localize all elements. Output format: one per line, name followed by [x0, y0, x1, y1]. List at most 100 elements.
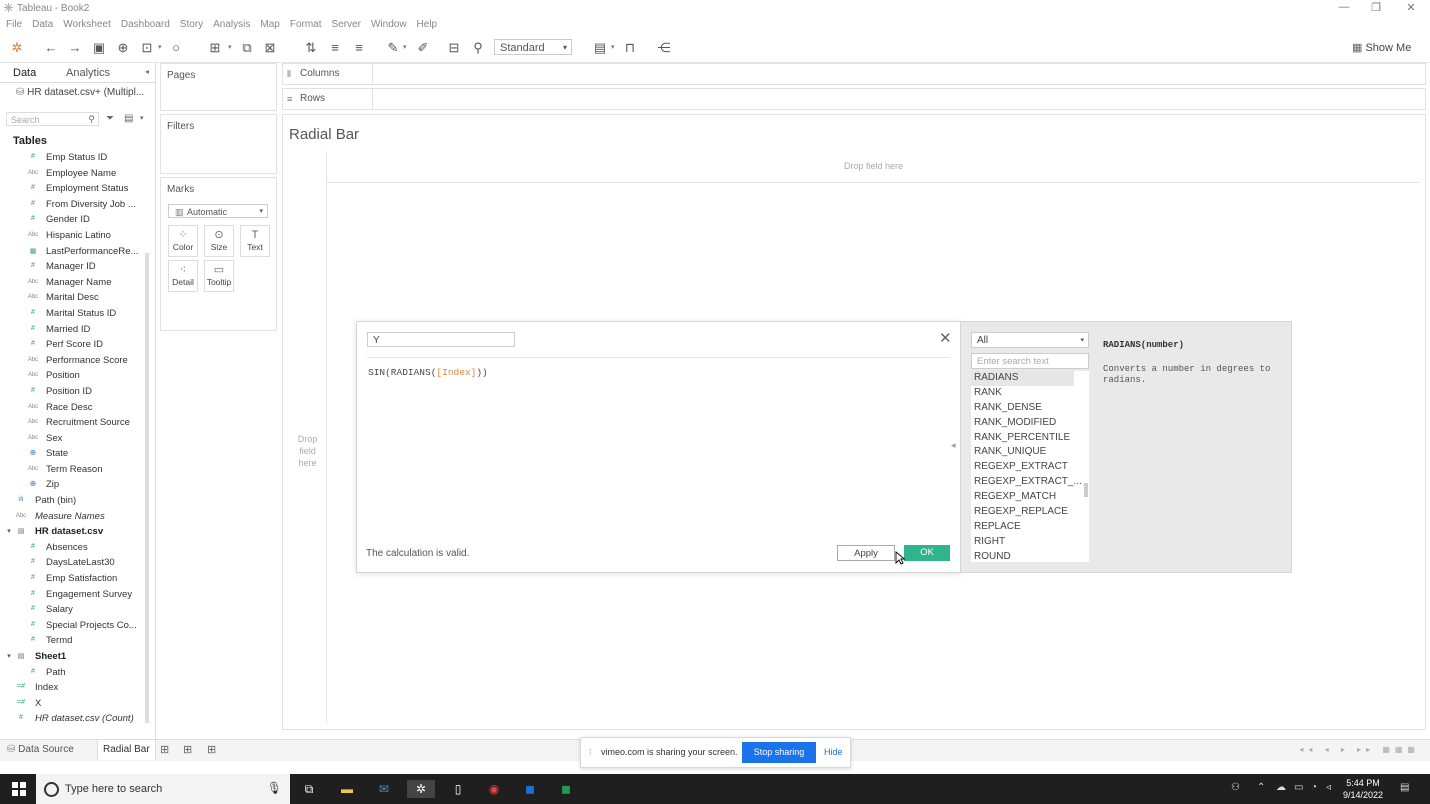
scrollbar-thumb[interactable]: [1084, 483, 1088, 497]
tab-data-source[interactable]: ⛁ Data Source: [7, 744, 74, 755]
field-item[interactable]: Abc Hispanic Latino: [0, 228, 145, 244]
filter-icon[interactable]: ⏷: [106, 113, 114, 124]
duplicate-sheet-icon[interactable]: ⧉: [239, 40, 255, 56]
field-item[interactable]: Abc Performance Score: [0, 353, 145, 369]
menu-help[interactable]: Help: [417, 17, 438, 30]
function-search-input[interactable]: Enter search text: [971, 353, 1089, 369]
drag-handle-icon[interactable]: ⁞: [589, 747, 592, 757]
function-item[interactable]: RANK: [971, 386, 1089, 401]
field-item[interactable]: Abc Marital Desc: [0, 290, 145, 306]
stop-sharing-button[interactable]: Stop sharing: [742, 742, 816, 763]
datasource-item[interactable]: ⛁ HR dataset.csv+ (Multipl...: [16, 87, 144, 98]
tab-analytics[interactable]: Analytics: [66, 67, 110, 79]
field-item[interactable]: # HR dataset.csv (Count): [0, 711, 145, 727]
column-drop-zone[interactable]: Drop field here: [326, 151, 1420, 183]
menu-story[interactable]: Story: [180, 17, 203, 30]
field-item[interactable]: ⊕ State: [0, 446, 145, 462]
field-item[interactable]: # Marital Status ID: [0, 306, 145, 322]
function-list-scrollbar[interactable]: [1084, 373, 1088, 559]
chevron-up-icon[interactable]: ⌃: [1257, 782, 1265, 793]
menu-file[interactable]: File: [6, 17, 22, 30]
field-item[interactable]: Abc Employee Name: [0, 166, 145, 182]
columns-shelf[interactable]: ⦀ Columns: [282, 63, 1426, 85]
pages-card[interactable]: Pages: [160, 63, 277, 111]
function-item[interactable]: RANK_UNIQUE: [971, 445, 1089, 460]
menu-data[interactable]: Data: [32, 17, 53, 30]
sheet-title[interactable]: Radial Bar: [289, 126, 359, 143]
people-icon[interactable]: ⚇: [1231, 782, 1240, 793]
undo-icon[interactable]: ←: [43, 40, 59, 56]
chevron-down-icon[interactable]: ▾: [140, 114, 144, 122]
function-item[interactable]: REGEXP_MATCH: [971, 490, 1089, 505]
menu-format[interactable]: Format: [290, 17, 322, 30]
table-group-header[interactable]: ▾ ▤ Sheet1: [0, 649, 145, 665]
field-item[interactable]: # Position ID: [0, 384, 145, 400]
ok-button[interactable]: OK: [904, 545, 950, 561]
hide-link[interactable]: Hide: [824, 747, 843, 757]
labels-icon[interactable]: ⊟: [446, 40, 462, 56]
pause-updates-icon[interactable]: ⊡: [139, 40, 155, 56]
field-item[interactable]: Abc Term Reason: [0, 462, 145, 478]
field-item[interactable]: # Termd: [0, 633, 145, 649]
mail-icon[interactable]: ✉: [375, 780, 393, 798]
function-item[interactable]: REPLACE: [971, 520, 1089, 535]
new-worksheet-icon[interactable]: ⊞: [207, 40, 223, 56]
field-item[interactable]: # Absences: [0, 540, 145, 556]
field-item[interactable]: # Engagement Survey: [0, 587, 145, 603]
chrome-icon[interactable]: ◉: [485, 780, 503, 798]
dropdown-caret-icon[interactable]: ▾: [158, 40, 162, 56]
taskbar-search-input[interactable]: Type here to search 🎙: [36, 774, 290, 804]
notepad-icon[interactable]: ▯: [449, 780, 467, 798]
new-datasource-icon[interactable]: ⊕: [115, 40, 131, 56]
field-item[interactable]: # Special Projects Co...: [0, 618, 145, 634]
size-button[interactable]: ⊙ Size: [204, 225, 234, 257]
menu-dashboard[interactable]: Dashboard: [121, 17, 170, 30]
new-story-icon[interactable]: ⊞: [207, 743, 216, 756]
formula-editor[interactable]: SIN(RADIANS([Index])): [368, 367, 488, 378]
field-item[interactable]: # Married ID: [0, 322, 145, 338]
fix-axes-icon[interactable]: ⚲: [470, 40, 486, 56]
field-item[interactable]: Abc Sex: [0, 431, 145, 447]
row-drop-zone[interactable]: Drop field here: [289, 183, 327, 723]
table-group-header[interactable]: ▾ ▤ HR dataset.csv: [0, 524, 145, 540]
field-item[interactable]: ⊕ Zip: [0, 477, 145, 493]
task-view-icon[interactable]: ⧉: [300, 780, 318, 798]
filters-card[interactable]: Filters: [160, 114, 277, 174]
redo-icon[interactable]: →: [67, 40, 83, 56]
tooltip-button[interactable]: ▭ Tooltip: [204, 260, 234, 292]
field-item[interactable]: # Manager ID: [0, 259, 145, 275]
function-item[interactable]: ROUND: [971, 550, 1089, 562]
save-icon[interactable]: ▣: [91, 40, 107, 56]
function-item[interactable]: REGEXP_EXTRACT_...: [971, 475, 1089, 490]
view-options-icon[interactable]: ▤: [124, 113, 133, 124]
menu-window[interactable]: Window: [371, 17, 407, 30]
field-item[interactable]: # From Diversity Job ...: [0, 197, 145, 213]
field-item[interactable]: # Salary: [0, 602, 145, 618]
dropdown-caret-icon[interactable]: ▾: [611, 40, 615, 56]
function-item[interactable]: REGEXP_EXTRACT: [971, 460, 1089, 475]
volume-icon[interactable]: ◃: [1326, 782, 1331, 793]
tab-radial-bar[interactable]: Radial Bar: [97, 740, 156, 760]
field-item[interactable]: # Path: [0, 665, 145, 681]
field-item[interactable]: # DaysLateLast30: [0, 555, 145, 571]
field-item[interactable]: # Emp Satisfaction: [0, 571, 145, 587]
group-icon[interactable]: ✐: [415, 40, 431, 56]
swap-icon[interactable]: ⇅: [303, 40, 319, 56]
field-item[interactable]: # Perf Score ID: [0, 337, 145, 353]
detail-button[interactable]: ⁖ Detail: [168, 260, 198, 292]
calculation-name-input[interactable]: Y: [367, 332, 515, 347]
highlight-icon[interactable]: ✎: [385, 40, 401, 56]
share-icon[interactable]: ⋲: [656, 40, 672, 56]
restore-button[interactable]: ❐: [1366, 1, 1386, 14]
network-icon[interactable]: ◔: [1311, 782, 1317, 793]
close-window-button[interactable]: ✕: [1401, 1, 1421, 14]
function-item[interactable]: RANK_MODIFIED: [971, 416, 1089, 431]
presentation-mode-icon[interactable]: ⊓: [622, 40, 638, 56]
minimize-button[interactable]: —: [1334, 1, 1354, 13]
menu-worksheet[interactable]: Worksheet: [63, 17, 111, 30]
new-dashboard-icon[interactable]: ⊞: [183, 743, 192, 756]
color-button[interactable]: ⁘ Color: [168, 225, 198, 257]
excel-icon[interactable]: ◼: [557, 780, 575, 798]
function-category-select[interactable]: All ▾: [971, 332, 1089, 348]
tableau-home-icon[interactable]: ✲: [9, 40, 25, 56]
